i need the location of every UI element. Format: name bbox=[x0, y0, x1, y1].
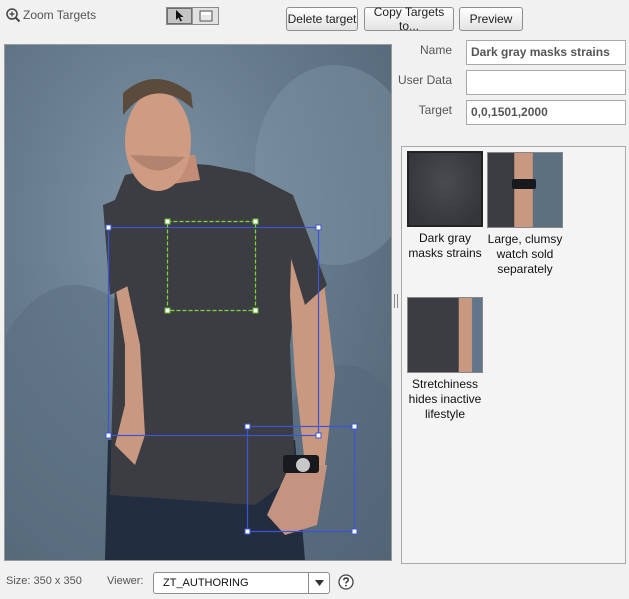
thumbnail-image bbox=[487, 152, 563, 228]
chevron-down-icon bbox=[314, 580, 324, 586]
thumbnail-caption: Large, clumsy watch sold separately bbox=[487, 232, 563, 276]
thumbnail-caption: Dark gray masks strains bbox=[408, 231, 482, 260]
thumbnail-image bbox=[407, 151, 483, 227]
target-thumbnail-watch[interactable]: Large, clumsy watch sold separately bbox=[486, 152, 564, 277]
thumbnail-image bbox=[407, 297, 483, 373]
pointer-tool[interactable] bbox=[167, 8, 192, 24]
target-thumbnail-sleeve[interactable]: Stretchiness hides inactive lifestyle bbox=[406, 297, 484, 422]
product-photo bbox=[5, 65, 391, 560]
copy-targets-button[interactable]: Copy Targets to... bbox=[364, 5, 454, 33]
dropdown-caret[interactable] bbox=[308, 573, 329, 593]
thumbnail-caption: Stretchiness hides inactive lifestyle bbox=[408, 377, 482, 421]
pointer-arrow-icon bbox=[175, 10, 183, 22]
preview-button[interactable]: Preview bbox=[459, 7, 523, 31]
target-thumbnail-shirt[interactable]: Dark gray masks strains bbox=[406, 151, 484, 261]
user-data-field[interactable] bbox=[466, 70, 626, 95]
panel-title: Zoom Targets bbox=[23, 8, 97, 22]
zoom-in-icon bbox=[6, 8, 21, 23]
image-size-readout: Size: 350 x 350 bbox=[6, 575, 82, 587]
viewer-dropdown[interactable]: ZT_AUTHORING bbox=[153, 572, 330, 594]
tool-group bbox=[166, 7, 219, 25]
target-label: Target bbox=[418, 103, 452, 117]
viewer-label: Viewer: bbox=[107, 575, 144, 587]
user-data-label: User Data bbox=[397, 73, 452, 87]
image-canvas[interactable] bbox=[4, 44, 392, 561]
delete-target-button[interactable]: Delete target bbox=[286, 7, 358, 31]
help-icon[interactable] bbox=[338, 574, 354, 590]
panel-splitter-handle[interactable] bbox=[394, 294, 398, 308]
name-label: Name bbox=[419, 43, 452, 57]
rectangle-tool[interactable] bbox=[192, 8, 218, 24]
rectangle-select-icon bbox=[199, 10, 212, 22]
zoom-targets-list: Dark gray masks strains Large, clumsy wa… bbox=[401, 146, 626, 564]
viewer-selected-value: ZT_AUTHORING bbox=[163, 577, 249, 589]
target-field[interactable]: 0,0,1501,2000 bbox=[466, 100, 626, 125]
title-area: Zoom Targets bbox=[5, 7, 96, 23]
name-field[interactable]: Dark gray masks strains bbox=[466, 40, 626, 65]
